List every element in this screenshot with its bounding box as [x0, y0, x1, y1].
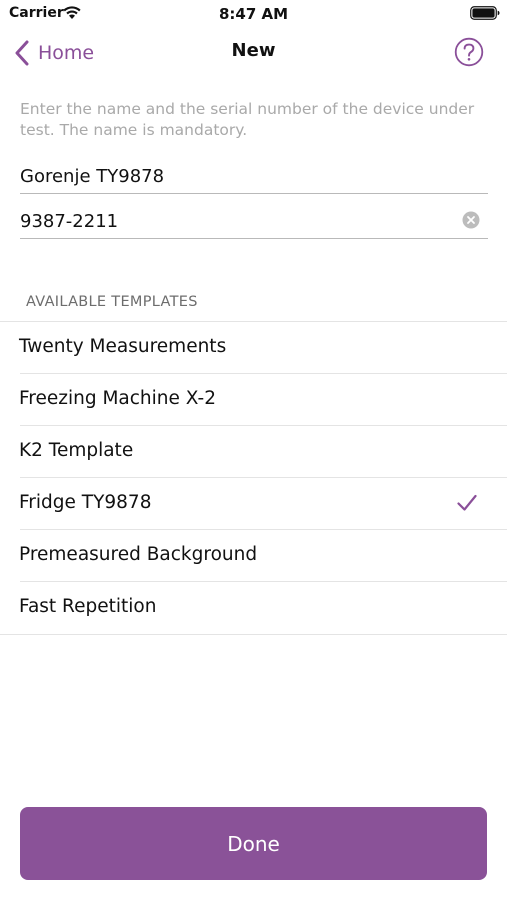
template-label: Freezing Machine X-2 [19, 388, 216, 409]
clear-text-icon[interactable] [462, 211, 480, 229]
checkmark-icon [457, 494, 477, 511]
template-label: Premeasured Background [19, 544, 258, 565]
template-label: Twenty Measurements [19, 336, 227, 357]
template-row[interactable]: Fast Repetition [0, 582, 507, 635]
serial-number-field[interactable] [20, 204, 488, 239]
template-row-selected[interactable]: Fridge TY9878 [0, 478, 507, 530]
template-row[interactable]: Premeasured Background [0, 530, 507, 582]
battery-icon [470, 6, 500, 20]
question-circle-icon[interactable] [454, 37, 484, 67]
done-button-label: Done [227, 831, 280, 856]
template-row[interactable]: Freezing Machine X-2 [0, 374, 507, 426]
done-button[interactable]: Done [20, 807, 487, 880]
template-row[interactable]: Twenty Measurements [0, 322, 507, 374]
status-time: 8:47 AM [218, 5, 289, 23]
status-bar: Carrier 8:47 AM [0, 0, 507, 28]
navigation-bar: Home New [0, 28, 507, 78]
template-label: Fridge TY9878 [19, 492, 152, 513]
templates-section-header: AVAILABLE TEMPLATES [26, 294, 198, 310]
template-row[interactable]: K2 Template [0, 426, 507, 478]
template-list: Twenty Measurements Freezing Machine X-2… [0, 322, 507, 635]
page-title: New [231, 40, 276, 61]
device-name-field[interactable] [20, 159, 488, 194]
template-label: Fast Repetition [19, 596, 157, 617]
serial-number-input[interactable] [20, 206, 450, 236]
template-label: K2 Template [19, 440, 134, 461]
device-name-input[interactable] [20, 161, 450, 191]
instruction-text: Enter the name and the serial number of … [20, 100, 475, 139]
